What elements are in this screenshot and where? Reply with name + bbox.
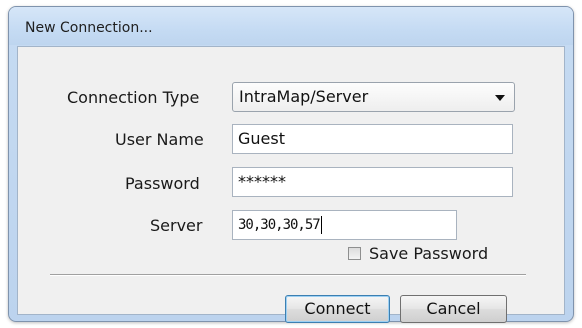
user-name-label: User Name [115,130,204,149]
password-label: Password [125,174,200,193]
server-field[interactable]: 30,30,30,57 [232,210,457,240]
chevron-down-icon [495,95,505,101]
title-bar[interactable]: New Connection... [9,7,573,45]
server-label: Server [150,216,203,235]
cancel-button[interactable]: Cancel [400,295,507,323]
connection-type-select[interactable]: IntraMap/Server [232,82,515,112]
user-name-value: Guest [238,129,285,148]
screen: New Connection... Connection Type IntraM… [0,0,582,328]
password-field[interactable]: ****** [232,167,513,197]
connection-type-value: IntraMap/Server [239,87,369,106]
server-value: 30,30,30,57 [238,217,321,233]
save-password-label: Save Password [369,244,489,263]
password-value: ****** [238,172,286,191]
checkbox-icon[interactable] [348,247,361,260]
connection-dialog: New Connection... Connection Type IntraM… [8,6,574,323]
connection-type-label: Connection Type [67,88,200,107]
divider [50,274,526,276]
text-caret [320,216,322,234]
save-password-option[interactable]: Save Password [348,244,488,263]
connect-button[interactable]: Connect [285,295,390,323]
window-title: New Connection... [25,20,153,36]
dialog-body: Connection Type IntraMap/Server User Nam… [17,46,565,323]
user-name-field[interactable]: Guest [232,124,513,154]
